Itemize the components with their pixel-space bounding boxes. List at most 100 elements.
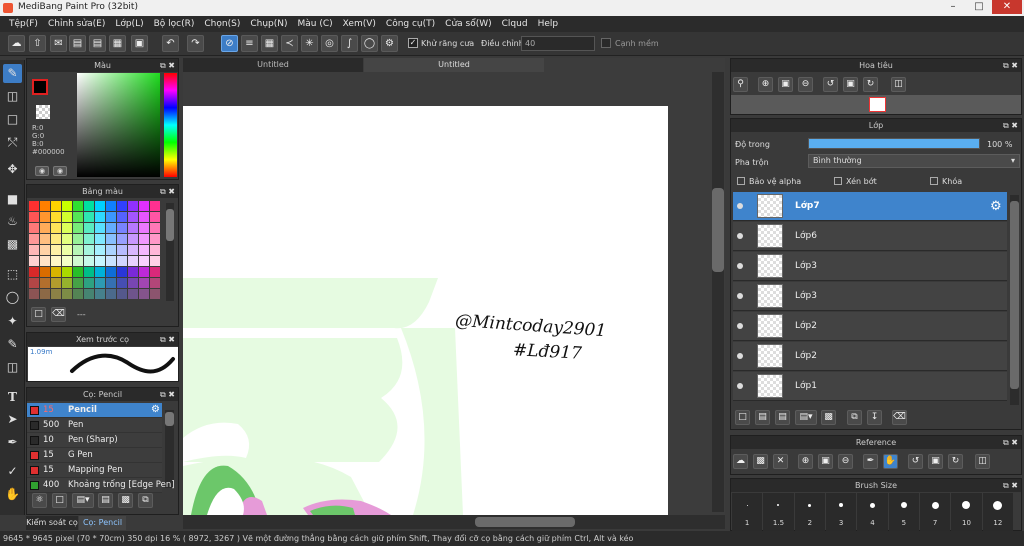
- brush-size-preset[interactable]: 4: [857, 493, 888, 531]
- tab-brush-control[interactable]: Kiểm soát cọ: [26, 516, 78, 530]
- delete-color-icon[interactable]: ⌫: [51, 307, 66, 322]
- grid-doc-icon[interactable]: ▦: [109, 35, 126, 52]
- palette-swatch[interactable]: [62, 201, 72, 211]
- parallel-snap-icon[interactable]: ≡: [241, 35, 258, 52]
- palette-swatch[interactable]: [40, 212, 50, 222]
- panel-controls-icon[interactable]: ⧉ ✖: [1003, 436, 1018, 449]
- select-eraser-icon[interactable]: ◫: [3, 358, 22, 377]
- brush-tool-icon[interactable]: ✎: [3, 64, 22, 83]
- nav-rotate-right-icon[interactable]: ↻: [863, 77, 878, 92]
- layer-row[interactable]: Lớp2: [733, 312, 1007, 341]
- palette-swatch[interactable]: [128, 234, 138, 244]
- palette-swatch[interactable]: [95, 278, 105, 288]
- palette-swatch[interactable]: [139, 289, 149, 299]
- nav-rotate-left-icon[interactable]: ↺: [823, 77, 838, 92]
- layer-scrollbar[interactable]: [1010, 195, 1019, 405]
- palette-scroll-thumb[interactable]: [166, 209, 174, 241]
- add-brush-menu-icon[interactable]: ▤▾: [72, 493, 94, 508]
- palette-swatch[interactable]: [84, 223, 94, 233]
- palette-swatch[interactable]: [139, 278, 149, 288]
- cloud-icon[interactable]: ☁: [8, 35, 25, 52]
- palette-swatch[interactable]: [95, 234, 105, 244]
- layer-row[interactable]: Lớp2: [733, 342, 1007, 371]
- palette-swatch[interactable]: [117, 234, 127, 244]
- palette-swatch[interactable]: [73, 234, 83, 244]
- layer-row[interactable]: Lớp1: [733, 372, 1007, 401]
- layer-row[interactable]: Lớp6: [733, 222, 1007, 251]
- gradient-tool-icon[interactable]: ▩: [3, 235, 22, 254]
- palette-swatch[interactable]: [51, 201, 61, 211]
- palette-swatch[interactable]: [106, 212, 116, 222]
- palette-swatch[interactable]: [117, 212, 127, 222]
- brush-size-preset[interactable]: 7: [920, 493, 951, 531]
- panel-controls-icon[interactable]: ⧉ ✖: [160, 388, 175, 401]
- palette-swatch[interactable]: [150, 201, 160, 211]
- antialias-checkbox[interactable]: ✓: [408, 38, 418, 48]
- ref-eyedropper-icon[interactable]: ✒: [863, 454, 878, 469]
- nav-zoom-in-icon[interactable]: ⊕: [758, 77, 773, 92]
- menu-help[interactable]: Help: [533, 19, 564, 29]
- palette-swatch[interactable]: [62, 267, 72, 277]
- palette-swatch[interactable]: [106, 223, 116, 233]
- palette-swatch[interactable]: [117, 201, 127, 211]
- tab-brush-list[interactable]: Cọ: Pencil: [79, 516, 126, 530]
- palette-swatch[interactable]: [84, 278, 94, 288]
- palette-swatch[interactable]: [73, 201, 83, 211]
- layer-settings-gear-icon[interactable]: ⚙: [990, 199, 1002, 214]
- menu-edit[interactable]: Chỉnh sửa(E): [43, 19, 110, 29]
- visibility-icon[interactable]: [737, 323, 743, 329]
- palette-swatch[interactable]: [84, 256, 94, 266]
- ref-zoom-in-icon[interactable]: ⊕: [798, 454, 813, 469]
- text-tool-icon[interactable]: T: [3, 388, 22, 407]
- palette-swatch[interactable]: [139, 256, 149, 266]
- palette-swatch[interactable]: [51, 223, 61, 233]
- brush-size-preset[interactable]: 3: [826, 493, 857, 531]
- brush-list-scrollbar[interactable]: [165, 410, 174, 488]
- canvas-hscroll-thumb[interactable]: [475, 517, 575, 527]
- layer-add-menu-icon[interactable]: ▤▾: [795, 410, 817, 425]
- palette-swatch[interactable]: [139, 234, 149, 244]
- palette-swatch[interactable]: [40, 289, 50, 299]
- rectangle-tool-icon[interactable]: ■: [3, 190, 22, 209]
- add-color-icon[interactable]: □: [31, 307, 46, 322]
- palette-swatch[interactable]: [40, 201, 50, 211]
- move-tool-icon[interactable]: ✥: [3, 160, 22, 179]
- palette-swatch[interactable]: [106, 201, 116, 211]
- palette-swatch[interactable]: [128, 278, 138, 288]
- palette-swatch[interactable]: [40, 267, 50, 277]
- layer-folder-icon[interactable]: ▩: [821, 410, 836, 425]
- palette-swatch[interactable]: [73, 267, 83, 277]
- palette-swatch[interactable]: [95, 256, 105, 266]
- palette-swatch[interactable]: [95, 245, 105, 255]
- comment-icon[interactable]: ✉: [50, 35, 67, 52]
- visibility-icon[interactable]: [737, 383, 743, 389]
- ref-close-icon[interactable]: ✕: [773, 454, 788, 469]
- palette-swatch[interactable]: [29, 201, 39, 211]
- palette-swatch[interactable]: [29, 234, 39, 244]
- palette-swatch[interactable]: [106, 256, 116, 266]
- palette-swatch[interactable]: [95, 201, 105, 211]
- navigator-preview[interactable]: [731, 95, 1021, 114]
- curve-snap-icon[interactable]: ∫: [341, 35, 358, 52]
- palette-swatch[interactable]: [40, 234, 50, 244]
- palette-swatch[interactable]: [29, 256, 39, 266]
- palette-swatch[interactable]: [84, 245, 94, 255]
- palette-swatch[interactable]: [51, 212, 61, 222]
- palette-swatch[interactable]: [128, 245, 138, 255]
- palette-swatch[interactable]: [150, 267, 160, 277]
- palette-swatch[interactable]: [150, 245, 160, 255]
- share-icon[interactable]: ⇧: [29, 35, 46, 52]
- lock-checkbox[interactable]: [930, 177, 938, 185]
- palette-swatch[interactable]: [51, 234, 61, 244]
- select-tool-icon[interactable]: ⬚: [3, 265, 22, 284]
- radial-snap-icon[interactable]: ✳: [301, 35, 318, 52]
- ref-flip-icon[interactable]: ◫: [975, 454, 990, 469]
- menu-select[interactable]: Chọn(S): [199, 19, 245, 29]
- palette-swatch[interactable]: [73, 223, 83, 233]
- palette-swatch[interactable]: [128, 256, 138, 266]
- palette-swatch[interactable]: [62, 212, 72, 222]
- palette-swatch[interactable]: [150, 223, 160, 233]
- new-brush-icon[interactable]: □: [52, 493, 67, 508]
- brush-settings-gear-icon[interactable]: ⚙: [151, 404, 160, 415]
- redo-icon[interactable]: ↷: [187, 35, 204, 52]
